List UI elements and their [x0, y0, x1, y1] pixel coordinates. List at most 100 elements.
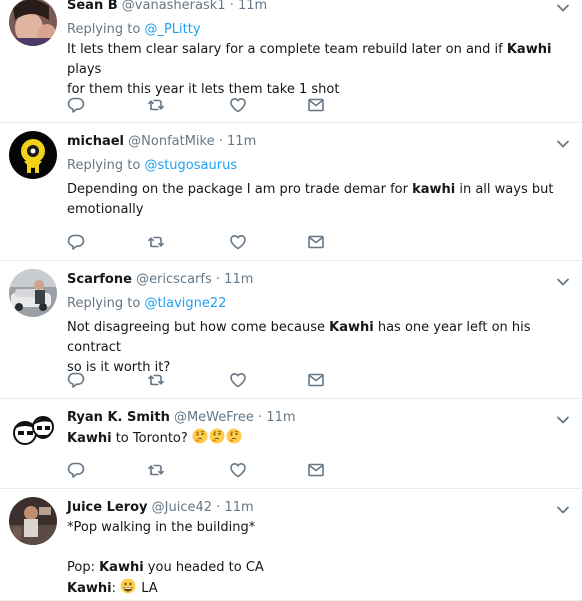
user-handle[interactable]: @vanasherask1 [122, 0, 226, 13]
avatar[interactable] [9, 131, 57, 179]
user-name[interactable]: Scarfone [67, 272, 132, 287]
tweet-text: Kawhi to Toronto? [67, 428, 567, 449]
avatar[interactable] [9, 269, 57, 317]
user-name[interactable]: Juice Leroy [67, 500, 148, 515]
direct-message-icon[interactable] [307, 461, 325, 479]
tweet-actions [67, 371, 337, 389]
avatar[interactable] [9, 0, 57, 46]
keyword-highlight: Kawhi [67, 581, 112, 596]
like-icon[interactable] [229, 371, 247, 389]
tweet-card[interactable]: Scarfone @ericscarfs · 11m Replying to @t… [0, 261, 582, 399]
chevron-down-icon[interactable] [556, 502, 570, 516]
text-segment: : [111, 581, 121, 596]
keyword-highlight: Kawhi [99, 560, 144, 575]
tweet-card[interactable]: Sean B @vanasherask1 · 11m Replying to @_… [0, 0, 582, 123]
tweet-timestamp[interactable]: 11m [224, 500, 253, 515]
text-segment: in all ways but [455, 182, 554, 197]
replying-to-label: Replying to [67, 22, 145, 37]
user-handle[interactable]: @ericscarfs [136, 272, 212, 287]
tweet-timestamp[interactable]: 11m [227, 134, 256, 149]
like-icon[interactable] [229, 461, 247, 479]
tweet-text-line: It lets them clear salary for a complete… [67, 40, 567, 80]
text-segment: *Pop walking in the building* [67, 520, 256, 535]
tweet-text-line: Kawhi to Toronto? [67, 428, 567, 449]
separator-dot: · [258, 410, 263, 425]
chevron-down-icon[interactable] [556, 412, 570, 426]
text-segment: LA [137, 581, 158, 596]
chevron-down-icon[interactable] [556, 0, 570, 14]
replying-to: Replying to @stugosaurus [67, 158, 237, 174]
tweet-card[interactable]: michael @NonfatMike · 11m Replying to @st… [0, 123, 582, 261]
user-handle[interactable]: @MeWeFree [174, 410, 254, 425]
text-segment: for them this year it lets them take 1 s… [67, 82, 340, 97]
tweet-actions [67, 96, 337, 114]
replying-to-link[interactable]: @tlavigne22 [144, 296, 226, 311]
avatar[interactable] [9, 407, 57, 455]
direct-message-icon[interactable] [307, 233, 325, 251]
tweet-text-line: *Pop walking in the building* [67, 518, 567, 538]
tweet-timestamp[interactable]: 11m [266, 410, 295, 425]
keyword-highlight: Kawhi [329, 320, 374, 335]
tweet-text: *Pop walking in the building* Pop: Kawhi … [67, 518, 567, 599]
tweet-text: Not disagreeing but how come because Kaw… [67, 318, 567, 378]
tweet-card[interactable]: Juice Leroy @Juice42 · 11m *Pop walking i… [0, 489, 582, 601]
replying-to: Replying to @tlavigne22 [67, 296, 226, 312]
tweet-header: Ryan K. Smith @MeWeFree · 11m [67, 410, 296, 426]
replying-to-label: Replying to [67, 296, 145, 311]
tweet-actions [67, 461, 337, 479]
retweet-icon[interactable] [147, 233, 165, 251]
user-name[interactable]: Ryan K. Smith [67, 410, 170, 425]
tweet-text: Depending on the package I am pro trade … [67, 180, 567, 220]
separator-dot: · [216, 500, 221, 515]
like-icon[interactable] [229, 96, 247, 114]
keyword-highlight: Kawhi [67, 431, 112, 446]
reply-icon[interactable] [67, 233, 85, 251]
tweet-card[interactable]: Ryan K. Smith @MeWeFree · 11m Kawhi to To… [0, 399, 582, 489]
replying-to-link[interactable]: @_PLitty [144, 22, 200, 37]
thinking-face-icon [226, 428, 242, 444]
chevron-down-icon[interactable] [556, 136, 570, 150]
tweet-timestamp[interactable]: 11m [238, 0, 267, 13]
text-segment: to Toronto? [111, 431, 192, 446]
reply-icon[interactable] [67, 371, 85, 389]
direct-message-icon[interactable] [307, 371, 325, 389]
tweet-text-line: Not disagreeing but how come because Kaw… [67, 318, 567, 358]
text-segment: plays [67, 62, 102, 77]
text-segment: you headed to CA [143, 560, 264, 575]
text-segment: It lets them clear salary for a complete… [67, 42, 507, 57]
replying-to-link[interactable]: @stugosaurus [144, 158, 237, 173]
reply-icon[interactable] [67, 461, 85, 479]
tweet-text-line: emotionally [67, 200, 567, 220]
tweet-header: Juice Leroy @Juice42 · 11m [67, 500, 254, 516]
replying-to: Replying to @_PLitty [67, 22, 201, 38]
chevron-down-icon[interactable] [556, 274, 570, 288]
separator-dot: · [215, 272, 221, 287]
tweet-actions [67, 233, 337, 251]
text-segment: Not disagreeing but how come because [67, 320, 330, 335]
tweet-text-line: Kawhi: LA [67, 578, 567, 599]
tweet-header: Scarfone @ericscarfs · 11m [67, 272, 253, 288]
replying-to-label: Replying to [67, 158, 145, 173]
keyword-highlight: kawhi [412, 182, 456, 197]
like-icon[interactable] [229, 233, 247, 251]
direct-message-icon[interactable] [307, 96, 325, 114]
text-segment: Pop: [67, 560, 100, 575]
text-segment: emotionally [67, 202, 144, 217]
tweet-text-line [67, 538, 567, 558]
grinning-face-icon [120, 578, 136, 594]
keyword-highlight: Kawhi [506, 42, 552, 57]
retweet-icon[interactable] [147, 371, 165, 389]
tweet-header: Sean B @vanasherask1 · 11m [67, 0, 267, 14]
retweet-icon[interactable] [147, 96, 165, 114]
tweet-header: michael @NonfatMike · 11m [67, 134, 256, 150]
thinking-face-icon [209, 428, 225, 444]
avatar[interactable] [9, 497, 57, 545]
retweet-icon[interactable] [147, 461, 165, 479]
user-name[interactable]: michael [67, 134, 124, 149]
reply-icon[interactable] [67, 96, 85, 114]
tweet-timestamp[interactable]: 11m [224, 272, 253, 287]
user-handle[interactable]: @Juice42 [152, 500, 212, 515]
thinking-face-icon [192, 428, 208, 444]
user-handle[interactable]: @NonfatMike [128, 134, 214, 149]
user-name[interactable]: Sean B [67, 0, 118, 13]
